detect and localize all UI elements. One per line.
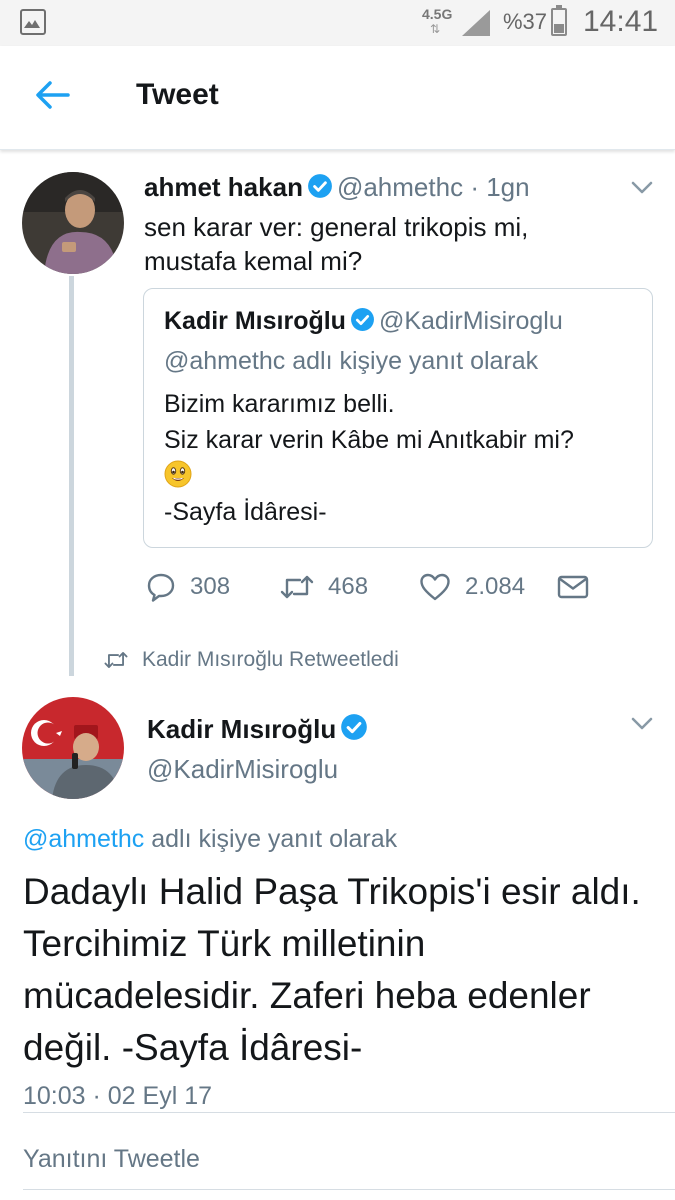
network-type: 4.5G bbox=[422, 6, 453, 22]
heart-icon bbox=[420, 573, 450, 601]
reply-handle-link[interactable]: @ahmethc bbox=[23, 825, 144, 853]
quote-text-line: Bizim kararımız belli. bbox=[164, 390, 395, 418]
quote-reply-context: @ahmethc adlı kişiye yanıt olarak bbox=[164, 347, 539, 375]
verified-icon bbox=[351, 308, 374, 331]
retweet-icon bbox=[280, 575, 314, 599]
author-name[interactable]: Kadir Mısıroğlu bbox=[147, 714, 336, 744]
avatar-kadirmisiroglu[interactable] bbox=[22, 697, 124, 799]
reply-icon bbox=[147, 573, 175, 602]
surprised-face-emoji bbox=[164, 460, 192, 488]
page-title: Tweet bbox=[136, 78, 219, 111]
tweet-header: Tweet bbox=[0, 46, 675, 150]
verified-icon bbox=[308, 174, 332, 198]
chevron-down-icon[interactable] bbox=[630, 180, 654, 196]
tweet1-actions: 308 468 2.084 bbox=[0, 570, 675, 604]
quote-emoji-line bbox=[164, 459, 574, 495]
tweet2-author-row[interactable]: Kadir Mısıroğlu bbox=[147, 712, 372, 746]
avatar-ahmethc[interactable] bbox=[22, 172, 124, 274]
quote-author-row: Kadir Mısıroğlu @KadirMisiroglu bbox=[164, 305, 563, 337]
verified-icon bbox=[341, 714, 368, 740]
author-name[interactable]: ahmet hakan bbox=[144, 172, 303, 202]
signal-icon bbox=[462, 10, 490, 36]
reply-context: @ahmethc adlı kişiye yanıt olarak bbox=[23, 822, 397, 856]
battery-fill bbox=[554, 24, 564, 33]
quote-text-line: Siz karar verin Kâbe mi Anıtkabir mi? bbox=[164, 426, 574, 454]
reply-count: 308 bbox=[190, 573, 231, 600]
status-time: 14:41 bbox=[583, 5, 659, 38]
quote-author-name: Kadir Mısıroğlu bbox=[164, 307, 346, 335]
quote-text: Bizim kararımız belli. Siz karar verin K… bbox=[164, 387, 574, 531]
battery-percent: %37 bbox=[503, 9, 548, 34]
back-arrow-icon[interactable] bbox=[34, 80, 70, 110]
tweet1-text: sen karar ver: general trikopis mi, must… bbox=[144, 210, 624, 278]
retweet-context-text[interactable]: Kadir Mısıroğlu Retweetledi bbox=[142, 646, 399, 674]
retweet-count: 468 bbox=[328, 573, 369, 600]
meta-separator: · bbox=[470, 172, 479, 202]
status-bar: 4.5G ⇅ %37 14:41 bbox=[0, 0, 675, 46]
retweet-context: Kadir Mısıroğlu Retweetledi bbox=[104, 646, 399, 674]
chevron-down-icon[interactable] bbox=[630, 716, 654, 732]
tweet1-text-line: mustafa kemal mi? bbox=[144, 246, 363, 276]
like-button[interactable]: 2.084 bbox=[419, 570, 525, 604]
author-handle[interactable]: @KadirMisiroglu bbox=[147, 752, 338, 786]
reply-button[interactable]: 308 bbox=[146, 570, 230, 604]
thread-line bbox=[69, 276, 74, 676]
tweet1-author-row[interactable]: ahmet hakan @ahmethc · 1gn bbox=[144, 171, 530, 203]
like-count: 2.084 bbox=[465, 573, 526, 600]
tweet-timestamp[interactable]: 10:03 · 02 Eyl 17 bbox=[23, 1079, 212, 1113]
tweet-age: 1gn bbox=[486, 172, 530, 202]
quoted-tweet-card[interactable]: Kadir Mısıroğlu @KadirMisiroglu @ahmethc … bbox=[143, 288, 653, 548]
quote-author-handle: @KadirMisiroglu bbox=[378, 307, 563, 335]
envelope-icon bbox=[557, 575, 589, 599]
author-handle[interactable]: @ahmethc bbox=[337, 172, 463, 202]
reply-context-suffix: adlı kişiye yanıt olarak bbox=[144, 825, 398, 853]
tweet1-text-line: sen karar ver: general trikopis mi, bbox=[144, 212, 529, 242]
retweet-icon bbox=[104, 652, 128, 668]
gallery-icon bbox=[20, 9, 46, 35]
reply-input[interactable]: Yanıtını Tweetle bbox=[23, 1142, 200, 1176]
divider bbox=[23, 1112, 675, 1113]
quote-text-line: -Sayfa İdâresi- bbox=[164, 498, 327, 526]
divider bbox=[23, 1189, 675, 1190]
retweet-button[interactable]: 468 bbox=[280, 570, 368, 604]
battery-icon bbox=[551, 5, 567, 36]
direct-message-button[interactable] bbox=[557, 570, 589, 604]
data-arrows-icon: ⇅ bbox=[430, 22, 441, 36]
tweet2-body: Dadaylı Halid Paşa Trikopis'i esir aldı.… bbox=[23, 871, 641, 1068]
